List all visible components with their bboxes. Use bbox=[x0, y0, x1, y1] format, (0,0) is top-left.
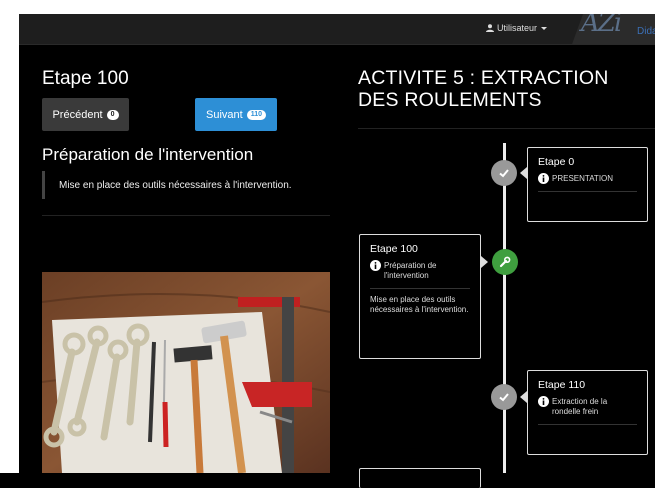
timeline-panel-etape-110[interactable]: Etape 110 Extraction de la rondelle frei… bbox=[527, 370, 648, 455]
user-icon bbox=[485, 24, 494, 32]
logo-text: Dida bbox=[637, 26, 655, 37]
info-icon bbox=[538, 396, 549, 407]
timeline-panel-next[interactable] bbox=[359, 468, 481, 488]
previous-step-badge: 0 bbox=[106, 109, 119, 120]
wrench-icon bbox=[499, 256, 511, 268]
tools-photo bbox=[42, 272, 330, 473]
timeline-arrow bbox=[520, 391, 527, 403]
timeline-arrow bbox=[520, 167, 527, 179]
window-left-edge bbox=[0, 0, 19, 473]
timeline-item-subtitle: Préparation de l'intervention bbox=[384, 261, 437, 280]
timeline-panel-etape-0[interactable]: Etape 0 PRESENTATION bbox=[527, 147, 648, 222]
timeline-arrow bbox=[481, 256, 488, 268]
panel-separator bbox=[538, 424, 637, 425]
timeline-panel-etape-100[interactable]: Etape 100 Préparation de l'intervention … bbox=[359, 234, 481, 359]
timeline-item-subtitle: Extraction de la rondelle frein bbox=[552, 397, 608, 416]
activity-title: ACTIVITE 5 : EXTRACTION DES ROULEMENTS bbox=[358, 67, 609, 111]
info-icon bbox=[538, 173, 549, 184]
panel-separator bbox=[370, 288, 470, 289]
section-title: Préparation de l'intervention bbox=[42, 145, 254, 164]
divider bbox=[358, 128, 655, 129]
next-button[interactable]: Suivant 110 bbox=[195, 98, 277, 131]
previous-button[interactable]: Précédent 0 bbox=[42, 98, 129, 131]
timeline-item-subtitle: PRESENTATION bbox=[552, 174, 614, 183]
timeline-item-subtitle-row: PRESENTATION bbox=[538, 173, 637, 184]
logo-script-text: AZi bbox=[581, 14, 622, 38]
check-icon bbox=[499, 393, 509, 402]
timeline-badge-done bbox=[491, 160, 517, 186]
timeline-item-body: Mise en place des outils nécessaires à l… bbox=[370, 295, 469, 314]
check-icon bbox=[499, 169, 509, 178]
timeline-badge-done bbox=[491, 384, 517, 410]
previous-button-label: Précédent bbox=[52, 108, 103, 121]
user-menu-label: Utilisateur bbox=[496, 23, 537, 33]
timeline-item-title: Etape 100 bbox=[370, 243, 418, 255]
divider bbox=[42, 215, 330, 216]
timeline-item-title: Etape 0 bbox=[538, 156, 575, 168]
top-navbar: Utilisateur AZi Dida bbox=[19, 14, 655, 45]
step-title: Etape 100 bbox=[42, 68, 129, 89]
timeline-line bbox=[503, 143, 506, 473]
window-top-edge bbox=[0, 0, 655, 14]
logo-slash-decoration bbox=[563, 14, 583, 44]
user-menu-dropdown[interactable]: Utilisateur bbox=[485, 23, 547, 33]
timeline-badge-current bbox=[492, 249, 518, 275]
step-description: Mise en place des outils nécessaires à l… bbox=[42, 171, 292, 199]
timeline-item-subtitle-row: Extraction de la rondelle frein bbox=[538, 396, 637, 417]
info-icon bbox=[370, 260, 381, 271]
panel-separator bbox=[538, 191, 637, 192]
brand-logo[interactable]: AZi Dida bbox=[563, 14, 655, 44]
timeline-item-subtitle-row: Préparation de l'intervention bbox=[370, 260, 470, 281]
next-step-badge: 110 bbox=[246, 109, 266, 120]
caret-down-icon bbox=[541, 26, 547, 30]
timeline-item-title: Etape 110 bbox=[538, 379, 586, 391]
next-button-label: Suivant bbox=[206, 108, 243, 121]
